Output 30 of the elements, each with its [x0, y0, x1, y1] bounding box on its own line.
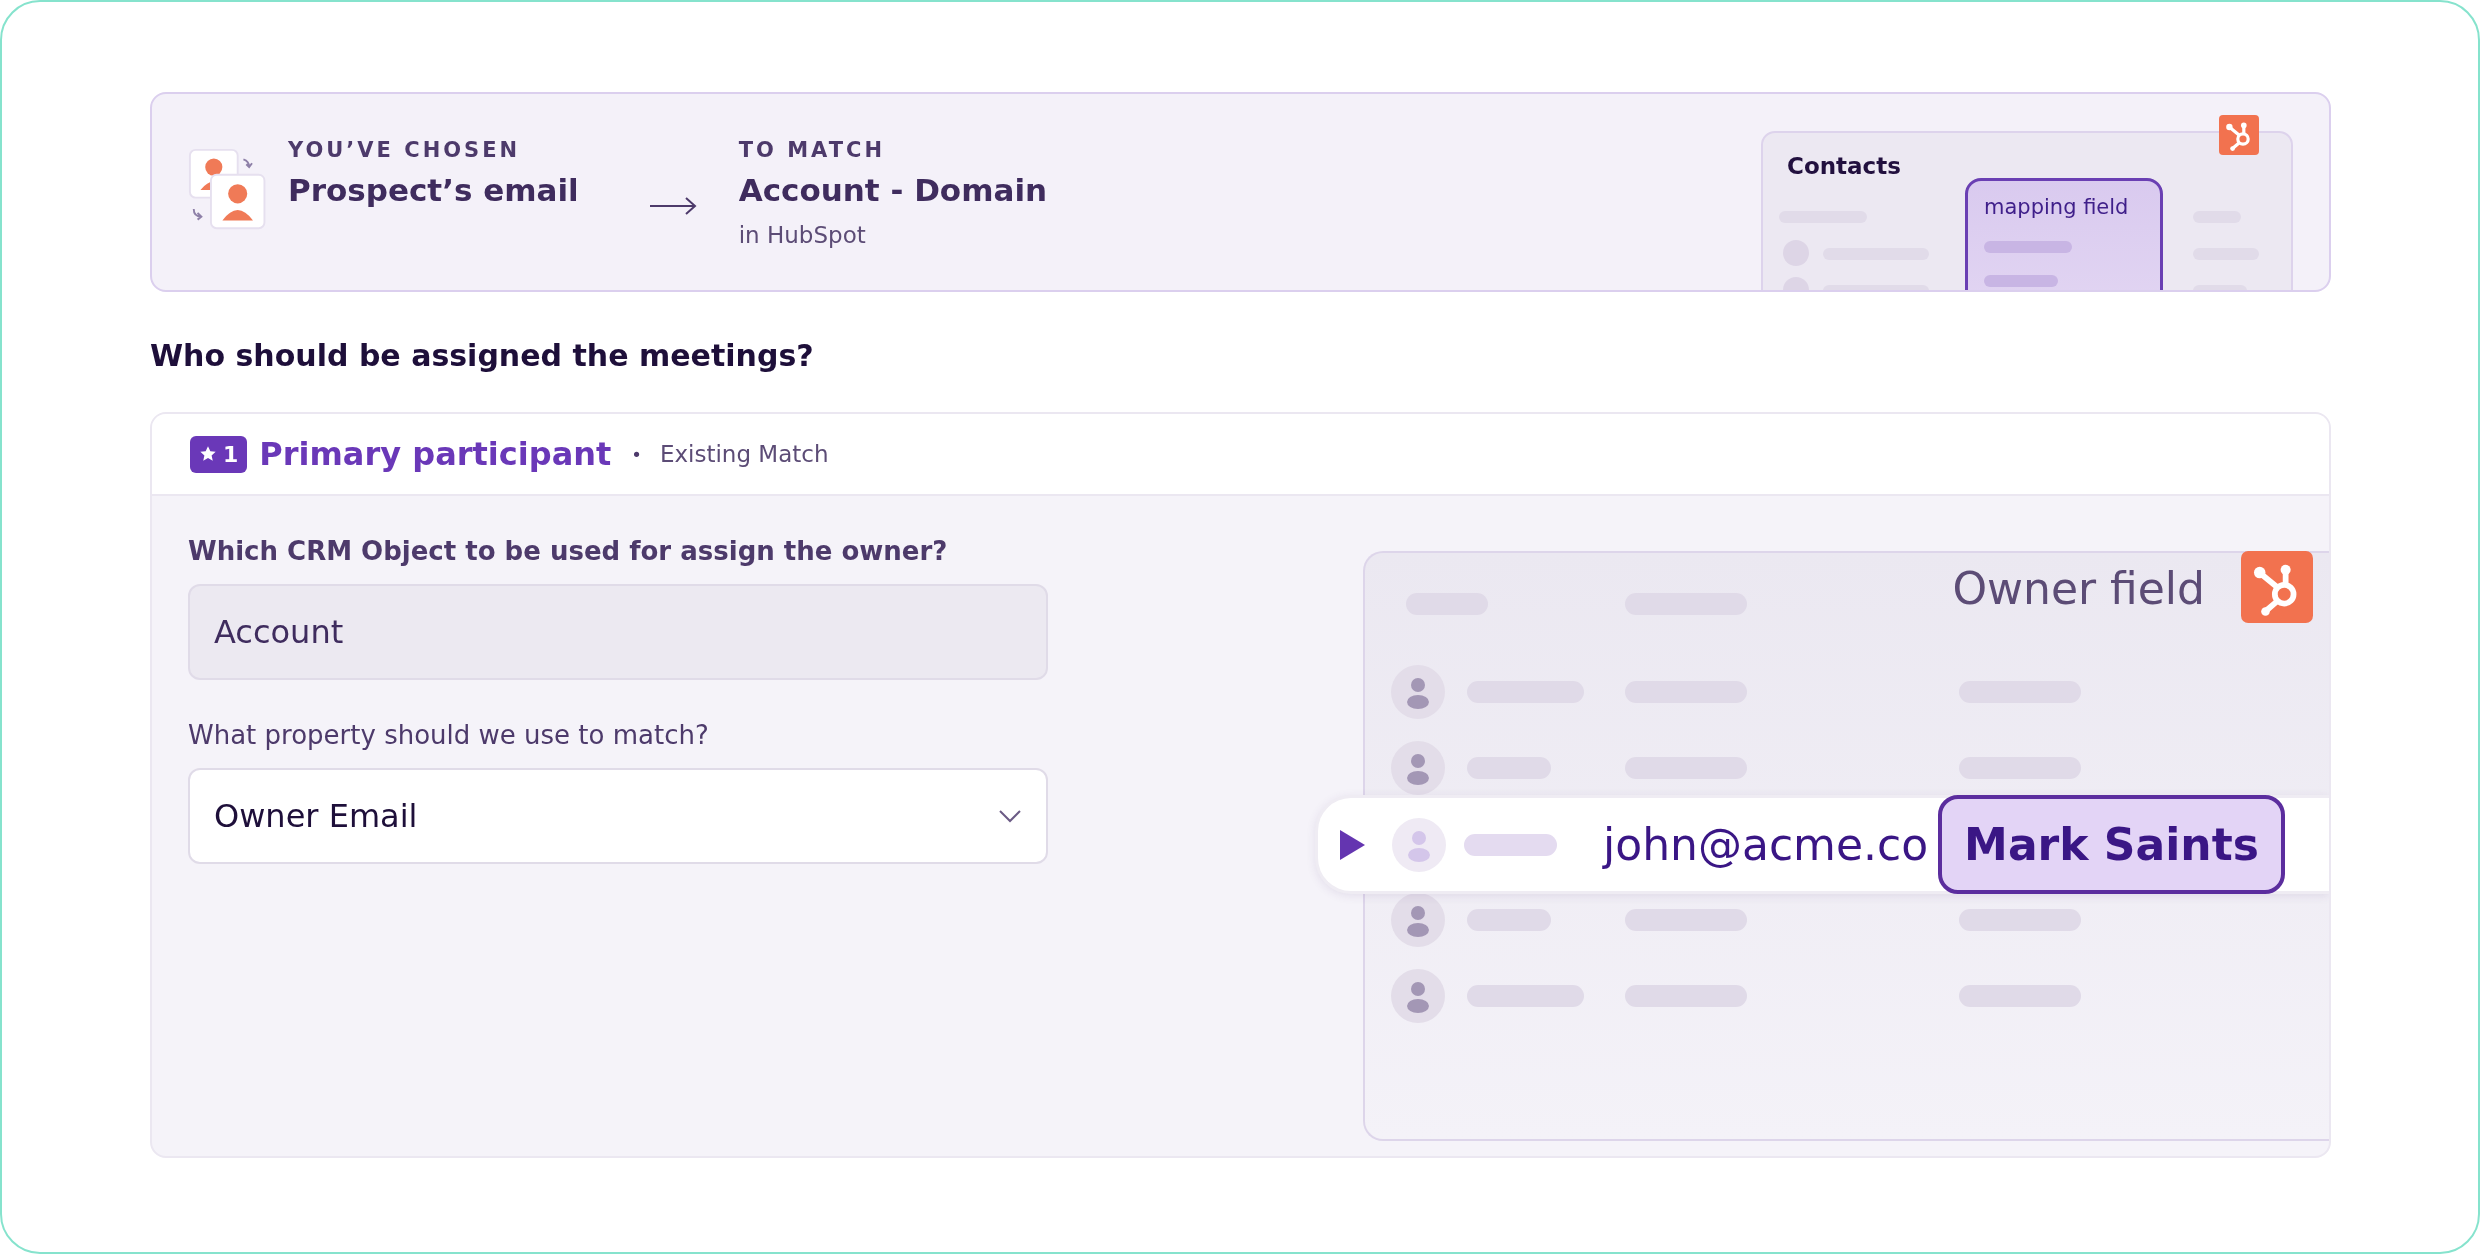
- field-label: Which CRM Object to be used for assign the owner?: [188, 536, 949, 566]
- owner-email: john@acme.co: [1603, 819, 1929, 870]
- avatar-icon: [1391, 893, 1445, 947]
- chevron-down-icon: [998, 809, 1022, 823]
- source-value: Prospect’s email: [288, 172, 579, 208]
- hub-icon: [2241, 550, 2313, 623]
- avatar-icon: [1392, 817, 1446, 872]
- field-label: What property should we use to match?: [188, 720, 710, 750]
- play-arrow-icon: [1340, 829, 1365, 860]
- source-caption: YOU’VE CHOSEN: [288, 138, 522, 162]
- avatar-icon: [1391, 741, 1445, 795]
- avatar-icon: [1391, 969, 1445, 1023]
- participant-title: Primary participant: [259, 435, 612, 473]
- avatar-icon: [1391, 665, 1445, 719]
- section-heading: Who should be assigned the meetings?: [150, 338, 815, 375]
- separator-dot: •: [631, 443, 642, 465]
- hub-icon: [2219, 115, 2259, 155]
- target-note: in HubSpot: [738, 222, 867, 248]
- crm-object-field[interactable]: Account: [188, 584, 1048, 680]
- owner-field-title: Owner field: [1952, 563, 2205, 614]
- right-arrow-icon: [648, 196, 697, 216]
- target-caption: TO MATCH: [738, 138, 886, 162]
- mapping-column-label: mapping field: [1984, 195, 2130, 219]
- preview-title: Contacts: [1787, 153, 1901, 179]
- star-icon: [199, 445, 217, 463]
- target-value: Account - Domain: [738, 172, 1048, 208]
- match-status: Existing Match: [659, 441, 829, 467]
- owner-name-chip: Mark Saints: [1938, 795, 2285, 894]
- property-dropdown[interactable]: Owner Email: [188, 768, 1048, 864]
- rank-number: 1: [223, 441, 239, 467]
